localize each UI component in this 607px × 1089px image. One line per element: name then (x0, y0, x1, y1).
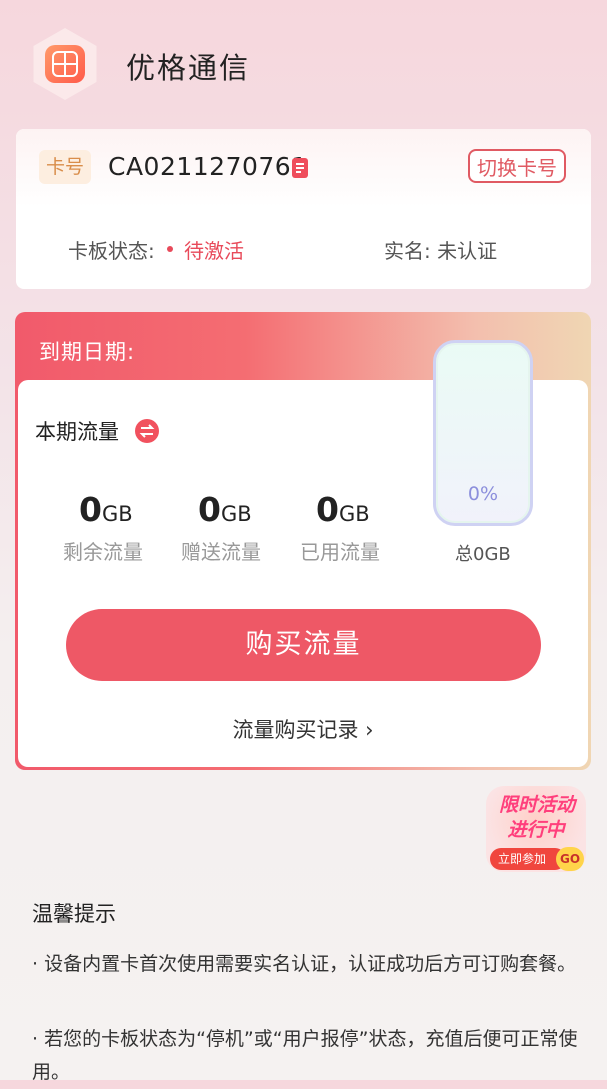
total-data: 总0GB (455, 544, 511, 565)
data-gauge: 0% (433, 340, 533, 526)
bonus-data-value: 0GB (198, 490, 252, 529)
realname-status: 实名: 未认证 (384, 239, 498, 263)
switch-card-button[interactable]: 切换卡号 (468, 149, 566, 183)
app-title: 优格通信 (126, 51, 251, 85)
tip-item: · 若您的卡板状态为“停机”或“用户报停”状态，充值后便可正常使用。 (32, 1028, 578, 1083)
swap-icon[interactable] (135, 419, 159, 443)
status-dot-icon (167, 246, 173, 252)
used-data-label: 已用流量 (300, 540, 380, 564)
period-data-title: 本期流量 (35, 420, 119, 444)
promo-subtitle: 进行中 (507, 819, 565, 841)
promo-badge[interactable]: 限时活动 进行中 立即参加 GO (482, 786, 588, 874)
promo-go-button[interactable]: GO (556, 847, 584, 871)
tips-title: 温馨提示 (32, 902, 116, 926)
board-status-label: 卡板状态: (68, 239, 155, 263)
promo-title: 限时活动 (498, 794, 575, 816)
purchase-history-link[interactable]: 流量购买记录 › (15, 714, 591, 744)
data-usage-panel: 到期日期: 本期流量 0GB 剩余流量 0GB 赠送流量 0GB 已用流量 0%… (15, 312, 591, 770)
app-logo-icon (45, 45, 85, 83)
promo-join-button[interactable]: 立即参加 (490, 848, 566, 870)
bonus-data-label: 赠送流量 (181, 540, 261, 564)
card-number: CA0211270761 (108, 152, 308, 181)
board-status-value: 待激活 (184, 239, 244, 263)
used-data-value: 0GB (316, 490, 370, 529)
remaining-data-label: 剩余流量 (63, 540, 143, 564)
app-header: 优格通信 (0, 0, 607, 128)
card-info-panel: 卡号 CA0211270761 切换卡号 卡板状态: 待激活 实名: 未认证 (16, 129, 591, 289)
card-number-badge: 卡号 (39, 150, 91, 184)
expiry-date-label: 到期日期: (39, 340, 136, 364)
gauge-percent: 0% (467, 483, 499, 505)
remaining-data-value: 0GB (79, 490, 133, 529)
copy-icon[interactable] (288, 156, 312, 184)
buy-data-button[interactable]: 购买流量 (66, 609, 541, 681)
tip-item: · 设备内置卡首次使用需要实名认证，认证成功后方可订购套餐。 (32, 953, 577, 975)
